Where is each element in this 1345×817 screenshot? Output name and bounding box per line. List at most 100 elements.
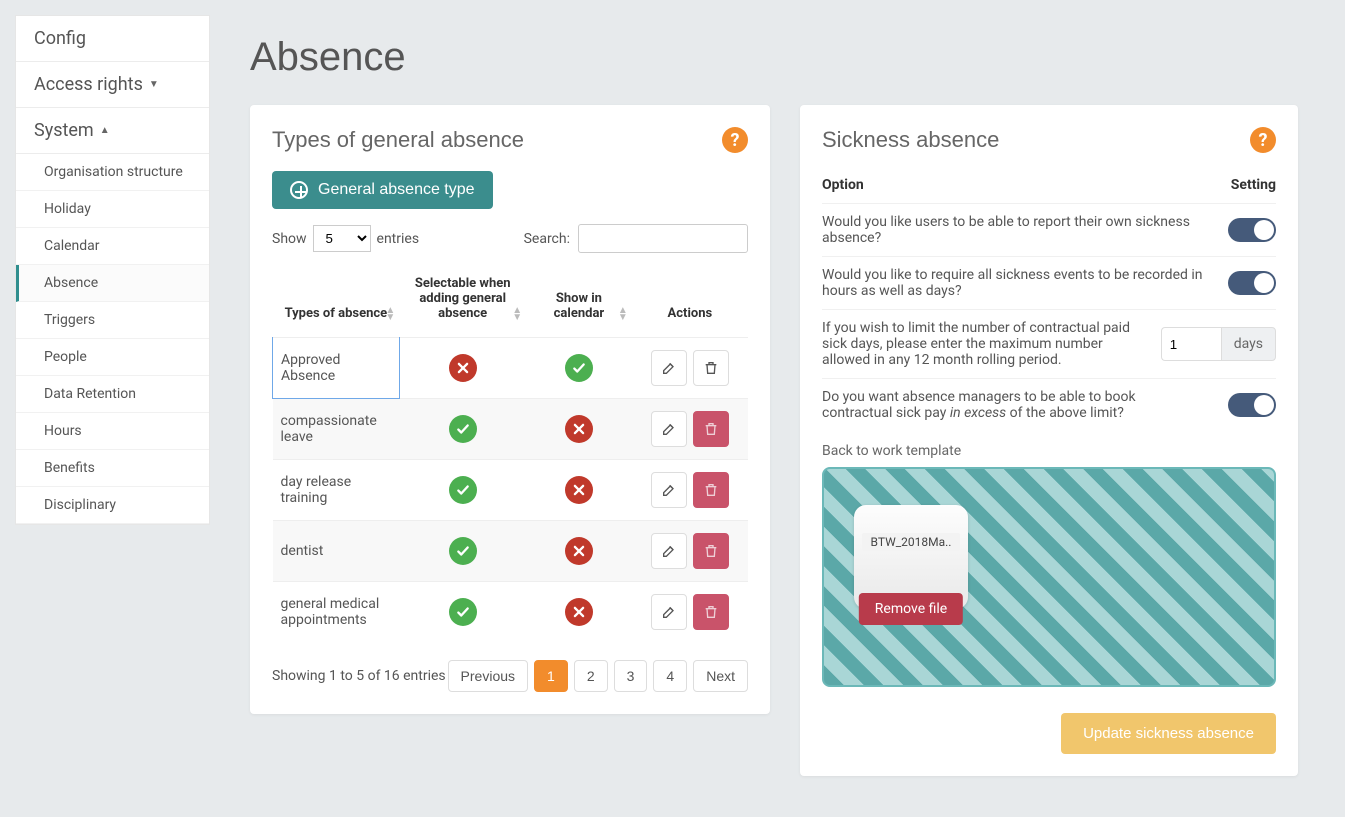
page-2[interactable]: 2 <box>574 660 608 692</box>
col-types[interactable]: Types of absence <box>285 306 388 321</box>
absence-type-cell[interactable]: general medical appointments <box>273 582 400 643</box>
cross-icon <box>565 476 593 504</box>
show-label: Show <box>272 231 307 247</box>
file-card[interactable]: BTW_2018Ma.. Remove file <box>854 505 968 609</box>
absence-type-cell[interactable]: day release training <box>273 460 400 521</box>
caret-up-icon: ▲ <box>100 125 110 136</box>
main-content: Absence Types of general absence ? Gener… <box>210 0 1345 817</box>
check-icon <box>565 354 593 382</box>
edit-button[interactable] <box>651 350 687 386</box>
table-row: general medical appointments <box>273 582 749 643</box>
page-title: Absence <box>250 35 1315 80</box>
toggle-switch[interactable] <box>1228 271 1276 295</box>
check-icon <box>449 476 477 504</box>
delete-button <box>693 533 729 569</box>
edit-button[interactable] <box>651 472 687 508</box>
absence-types-table: Types of absence▲▼ Selectable when addin… <box>272 268 748 642</box>
delete-button <box>693 472 729 508</box>
sidebar-heading-access-rights[interactable]: Access rights▼ <box>16 62 209 108</box>
sidebar-heading-system[interactable]: System▲ <box>16 108 209 154</box>
actions-cell <box>632 582 748 643</box>
sidebar-item-triggers[interactable]: Triggers <box>16 302 209 339</box>
setting-header: Setting <box>1231 177 1276 193</box>
toggle-switch[interactable] <box>1228 218 1276 242</box>
check-icon <box>449 415 477 443</box>
search-input[interactable] <box>578 224 748 253</box>
option-text: If you wish to limit the number of contr… <box>822 320 1141 368</box>
sort-icon[interactable]: ▲▼ <box>385 307 395 321</box>
sidebar-item-absence[interactable]: Absence <box>16 265 209 302</box>
cross-icon <box>565 415 593 443</box>
entries-label: entries <box>377 231 420 247</box>
remove-file-button[interactable]: Remove file <box>859 593 963 625</box>
sick-days-input[interactable] <box>1161 327 1221 361</box>
sickness-option-row: If you wish to limit the number of contr… <box>822 309 1276 378</box>
sickness-option-row: Do you want absence managers to be able … <box>822 378 1276 431</box>
template-label: Back to work template <box>822 443 1276 459</box>
edit-button[interactable] <box>651 594 687 630</box>
selectable-cell <box>399 521 526 582</box>
page-1[interactable]: 1 <box>534 660 568 692</box>
page-4[interactable]: 4 <box>653 660 687 692</box>
sidebar-heading-config[interactable]: Config <box>16 16 209 62</box>
file-name: BTW_2018Ma.. <box>862 533 960 551</box>
sidebar-item-benefits[interactable]: Benefits <box>16 450 209 487</box>
plus-icon <box>290 181 308 199</box>
absence-type-cell[interactable]: compassionate leave <box>273 399 400 460</box>
sidebar-item-people[interactable]: People <box>16 339 209 376</box>
actions-cell <box>632 521 748 582</box>
option-text: Would you like users to be able to repor… <box>822 214 1208 246</box>
search-label: Search: <box>524 231 570 247</box>
check-icon <box>449 537 477 565</box>
page-3[interactable]: 3 <box>614 660 648 692</box>
show-calendar-cell <box>526 399 632 460</box>
sickness-option-row: Would you like to require all sickness e… <box>822 256 1276 309</box>
sidebar-item-hours[interactable]: Hours <box>16 413 209 450</box>
edit-button[interactable] <box>651 533 687 569</box>
col-show-calendar[interactable]: Show in calendar <box>554 291 605 321</box>
option-text: Would you like to require all sickness e… <box>822 267 1208 299</box>
help-icon[interactable]: ? <box>722 127 748 153</box>
sort-icon[interactable]: ▲▼ <box>512 307 522 321</box>
help-icon[interactable]: ? <box>1250 127 1276 153</box>
table-row: day release training <box>273 460 749 521</box>
sidebar-item-data-retention[interactable]: Data Retention <box>16 376 209 413</box>
general-absence-title: Types of general absence <box>272 127 524 153</box>
delete-button <box>693 411 729 447</box>
delete-button[interactable] <box>693 350 729 386</box>
page-prev[interactable]: Previous <box>448 660 528 692</box>
add-general-absence-button[interactable]: General absence type <box>272 171 493 209</box>
delete-button <box>693 594 729 630</box>
show-calendar-cell <box>526 582 632 643</box>
absence-type-cell[interactable]: Approved Absence <box>273 338 400 399</box>
col-actions: Actions <box>668 306 713 321</box>
absence-type-cell[interactable]: dentist <box>273 521 400 582</box>
option-text: Do you want absence managers to be able … <box>822 389 1208 421</box>
table-row: compassionate leave <box>273 399 749 460</box>
selectable-cell <box>399 582 526 643</box>
check-icon <box>449 598 477 626</box>
sort-icon[interactable]: ▲▼ <box>618 307 628 321</box>
pagination: Previous1234Next <box>448 660 748 692</box>
days-input: days <box>1161 327 1276 361</box>
sickness-absence-card: Sickness absence ? Option Setting Would … <box>800 105 1298 776</box>
table-row: Approved Absence <box>273 338 749 399</box>
col-selectable[interactable]: Selectable when adding general absence <box>415 276 511 321</box>
selectable-cell <box>399 338 526 399</box>
update-sickness-button[interactable]: Update sickness absence <box>1061 713 1276 754</box>
selectable-cell <box>399 460 526 521</box>
sidebar-item-holiday[interactable]: Holiday <box>16 191 209 228</box>
edit-button[interactable] <box>651 411 687 447</box>
sidebar-item-disciplinary[interactable]: Disciplinary <box>16 487 209 524</box>
page-size-select[interactable]: 5 <box>313 225 371 252</box>
sidebar: ConfigAccess rights▼System▲Organisation … <box>15 15 210 525</box>
entries-info: Showing 1 to 5 of 16 entries <box>272 668 446 684</box>
actions-cell <box>632 460 748 521</box>
sidebar-item-calendar[interactable]: Calendar <box>16 228 209 265</box>
add-button-label: General absence type <box>318 181 475 199</box>
caret-down-icon: ▼ <box>149 79 159 90</box>
page-next[interactable]: Next <box>693 660 748 692</box>
sidebar-item-org-structure[interactable]: Organisation structure <box>16 154 209 191</box>
file-dropzone[interactable]: BTW_2018Ma.. Remove file <box>822 467 1276 687</box>
toggle-switch[interactable] <box>1228 393 1276 417</box>
